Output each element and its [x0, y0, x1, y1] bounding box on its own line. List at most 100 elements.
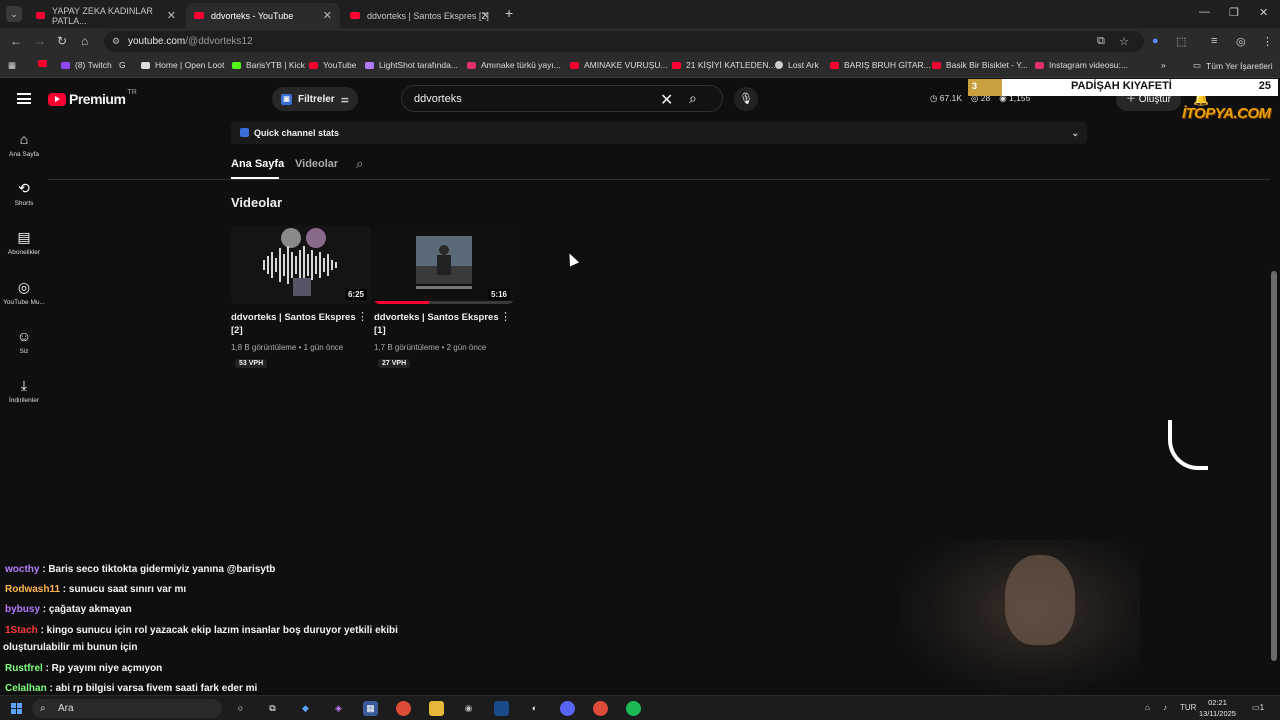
bookmark-item[interactable]: Instagram videosu:...	[1035, 60, 1128, 70]
mouse-cursor-icon	[564, 251, 580, 267]
bookmark-item[interactable]: Lost Ark	[775, 60, 819, 70]
scrollbar-thumb[interactable]	[1271, 271, 1277, 661]
video-duration: 6:25	[344, 289, 367, 300]
profile-icon[interactable]: ◎	[1236, 35, 1246, 48]
back-icon[interactable]: ←	[10, 34, 22, 48]
restore-icon[interactable]: ❐	[1229, 6, 1239, 19]
chat-message: Rustfrel : Rp yayını niye açmıyon	[5, 663, 162, 674]
chrome-icon[interactable]	[396, 701, 411, 716]
more-actions-icon[interactable]: ⋮	[357, 310, 368, 323]
search-input[interactable]: ddvorteks	[414, 93, 462, 105]
bookmark-youtube-icon[interactable]	[38, 60, 52, 67]
sidebar-item-you[interactable]: ☺ Siz	[0, 328, 48, 355]
close-tab-icon[interactable]: ✕	[323, 9, 332, 22]
chat-user: Celalhan	[5, 683, 47, 694]
bookmark-item[interactable]: BARIŞ BRUH GİTAR...	[830, 60, 931, 70]
steam-icon[interactable]: ◉	[461, 701, 476, 716]
voice-search-icon[interactable]: 🎙	[734, 87, 758, 111]
close-tab-icon[interactable]: ✕	[167, 9, 176, 22]
volume-icon[interactable]: ♪	[1163, 703, 1167, 712]
copilot-icon[interactable]: ◈	[331, 701, 346, 716]
filters-button[interactable]: ▣ Filtreler ⚌	[272, 87, 358, 111]
app-icon[interactable]	[494, 701, 509, 716]
language-indicator[interactable]: TUR	[1180, 703, 1196, 712]
bookmark-item[interactable]: Home | Open Loot	[141, 60, 224, 70]
discord-icon[interactable]	[560, 701, 575, 716]
browser-tab-1[interactable]: YAPAY ZEKA KADINLAR PATLA... ✕	[28, 3, 184, 28]
clock[interactable]: 02:21 13/11/2025	[1199, 697, 1236, 719]
browser-menu-icon[interactable]: ⋮	[1262, 35, 1273, 48]
folder-icon: ▭	[1193, 60, 1202, 70]
video-thumbnail[interactable]: 6:25	[231, 226, 371, 304]
youtube-premium-logo[interactable]: Premium TR	[48, 89, 137, 107]
video-views: 1,8 B görüntüleme	[231, 343, 297, 352]
bookmark-item[interactable]: YouTube	[309, 60, 356, 70]
task-view-icon[interactable]: ⧉	[265, 701, 280, 716]
youtube-favicon-icon	[194, 12, 204, 19]
more-bookmarks-icon[interactable]: »	[1161, 60, 1166, 70]
chevron-down-icon[interactable]: ⌄	[1071, 122, 1079, 144]
store-icon[interactable]: ▦	[363, 701, 378, 716]
bookmark-star-icon[interactable]: ☆	[1119, 35, 1129, 48]
browser-tab-2[interactable]: ddvorteks - YouTube ✕	[186, 3, 340, 28]
file-explorer-icon[interactable]	[429, 701, 444, 716]
url-input[interactable]: ⚙ youtube.com/@ddvorteks12	[104, 31, 1144, 52]
extensions-puzzle-icon[interactable]: ⬚	[1176, 35, 1186, 48]
new-tab-icon[interactable]: +	[505, 5, 513, 21]
channel-tabs: Ana Sayfa Videolar ⌕	[48, 150, 1270, 180]
all-bookmarks-folder[interactable]: ▭ Tüm Yer İşaretleri	[1193, 60, 1273, 71]
notification-center-icon[interactable]: ▭1	[1252, 703, 1264, 712]
cortana-icon[interactable]: ○	[233, 701, 248, 716]
channel-search-icon[interactable]: ⌕	[356, 156, 363, 172]
bookmark-item[interactable]: BarisYTB | Kick	[232, 60, 305, 70]
bookmark-item[interactable]: Basik Bir Bisiklet - Y...	[932, 60, 1028, 70]
clear-search-icon[interactable]: ✕	[660, 90, 673, 110]
youtube-music-icon: ◎	[17, 279, 31, 295]
search-icon[interactable]: ⌕	[689, 90, 697, 107]
sidebar-item-home[interactable]: ⌂ Ana Sayfa	[0, 131, 48, 158]
video-thumbnail[interactable]: 5:16	[374, 226, 514, 304]
google-icon[interactable]: G	[119, 60, 126, 70]
sidebar-item-youtube-music[interactable]: ◎ YouTube Mu...	[0, 279, 48, 306]
bookmark-item[interactable]: LightShot tarafında...	[365, 60, 458, 70]
stream-rank-overlay: 3 PADİŞAH KIYAFETİ 25	[968, 79, 1278, 96]
bookmark-item[interactable]: 21 KİŞİYİ KATLEDEN...	[672, 60, 776, 70]
network-icon[interactable]: ⌂	[1145, 703, 1150, 712]
app-icon[interactable]: ◐	[527, 701, 542, 716]
reload-icon[interactable]: ↻	[57, 34, 67, 48]
sidebar-item-shorts[interactable]: ⟲ Shorts	[0, 180, 48, 207]
tab-search-button[interactable]: ⌄	[6, 6, 22, 22]
app-icon[interactable]: ◆	[298, 701, 313, 716]
bookmark-item[interactable]: AMINAKE VURUŞU...	[570, 60, 668, 70]
more-actions-icon[interactable]: ⋮	[500, 310, 511, 323]
apps-grid-icon[interactable]: ▦	[8, 60, 16, 71]
tab-videos[interactable]: Videolar	[295, 158, 338, 170]
video-title[interactable]: ddvorteks | Santos Ekspres [2]	[231, 311, 357, 337]
bookmark-item[interactable]: Amınake türkü yayı...	[467, 60, 561, 70]
close-window-icon[interactable]: ✕	[1259, 6, 1268, 19]
video-title[interactable]: ddvorteks | Santos Ekspres [1]	[374, 311, 500, 337]
spotify-icon[interactable]	[626, 701, 641, 716]
home-icon[interactable]: ⌂	[81, 34, 88, 48]
search-box[interactable]: ddvorteks ✕ ⌕	[401, 85, 723, 112]
page-scrollbar[interactable]	[1271, 121, 1277, 686]
tab-home[interactable]: Ana Sayfa	[231, 158, 284, 170]
sidebar-item-subscriptions[interactable]: ▤ Abonelikler	[0, 229, 48, 256]
sidebar-item-downloads[interactable]: ⤓ İndirilenler	[0, 377, 48, 404]
forward-icon[interactable]: →	[34, 34, 46, 48]
extension-icon[interactable]: ●	[1152, 35, 1159, 47]
minimize-icon[interactable]: —	[1199, 6, 1210, 18]
bookmark-item[interactable]: (8) Twitch	[61, 60, 112, 70]
close-tab-icon[interactable]: ✕	[481, 9, 490, 22]
video-card[interactable]: 5:16 ddvorteks | Santos Ekspres [1] 1,7 …	[374, 226, 514, 370]
chrome-icon[interactable]	[593, 701, 608, 716]
media-controls-icon[interactable]: ≡	[1211, 35, 1217, 47]
video-card[interactable]: 6:25 ddvorteks | Santos Ekspres [2] 1,8 …	[231, 226, 371, 370]
quick-channel-stats[interactable]: Quick channel stats ⌄	[231, 122, 1087, 144]
taskbar-search[interactable]: ⌕ Ara	[32, 699, 222, 718]
browser-tab-3[interactable]: ddvorteks | Santos Ekspres [2] ✕	[342, 3, 498, 28]
site-info-icon[interactable]: ⚙	[112, 31, 120, 52]
windows-start-icon[interactable]	[11, 703, 22, 714]
guide-menu-icon[interactable]	[17, 93, 31, 104]
install-app-icon[interactable]: ⧉	[1097, 35, 1105, 48]
